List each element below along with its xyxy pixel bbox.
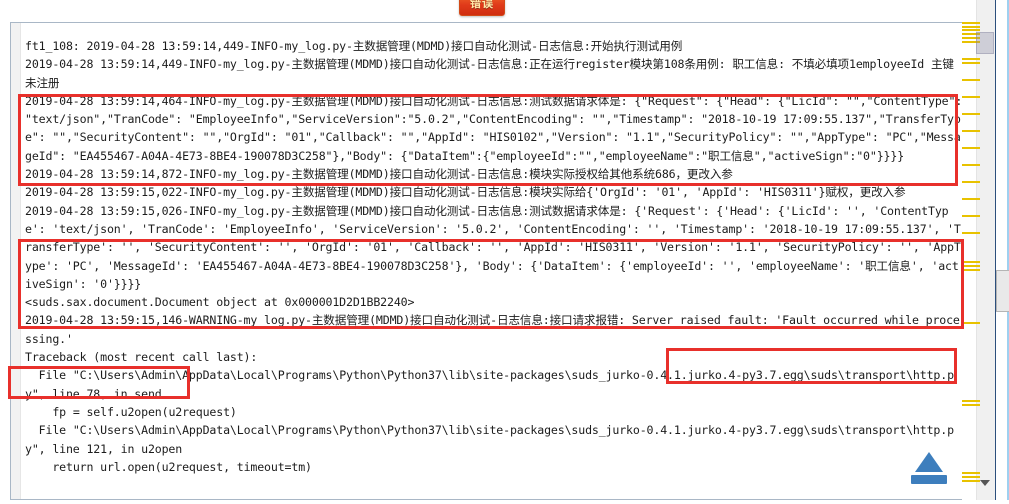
error-stripe-mark[interactable] (962, 26, 980, 28)
console-log-line: <suds.sax.document.Document object at 0x… (25, 295, 415, 310)
console-log-line: 2019-04-28 13:59:14,872-INFO-my_log.py-主… (25, 167, 733, 182)
error-stripe-mark[interactable] (962, 476, 980, 478)
horizontal-scroll-thumb[interactable] (996, 270, 1009, 312)
error-stripe-mark[interactable] (962, 164, 980, 166)
error-stripe-mark[interactable] (962, 269, 980, 271)
console-log-line: 2019-04-28 13:59:14,449-INFO-my_log.py-主… (25, 57, 954, 90)
chevron-down-icon[interactable] (980, 480, 990, 486)
error-stripe-mark[interactable] (962, 480, 980, 482)
error-stripe-mark[interactable] (962, 472, 980, 474)
top-strip: 错误 (0, 0, 1009, 22)
panel-border-right (995, 0, 996, 504)
scrollbar-track[interactable] (976, 0, 996, 504)
error-stripe-mark[interactable] (962, 113, 980, 115)
console-log-line: 2019-04-28 13:59:15,022-INFO-my_log.py-主… (25, 185, 906, 200)
console-log-line: 2019-04-28 13:59:15,026-INFO-my_log.py-主… (25, 203, 961, 291)
error-stripe-mark[interactable] (962, 322, 980, 324)
console-gutter (11, 23, 21, 499)
console-log-line: 2019-04-28 13:59:15,146-WARNING-my_log.p… (25, 313, 960, 346)
scroll-to-top-icon[interactable] (908, 452, 950, 488)
error-stripe-mark[interactable] (962, 265, 980, 267)
page-left-edge (0, 22, 10, 500)
error-stripe-mark[interactable] (962, 96, 980, 98)
error-stripe-mark[interactable] (962, 22, 980, 24)
console-log-line: Traceback (most recent call last): (25, 350, 258, 365)
error-stripe-mark[interactable] (962, 147, 980, 149)
scroll-to-top-triangle (915, 452, 943, 472)
error-stripe-mark[interactable] (962, 400, 980, 402)
error-stripe-mark[interactable] (962, 261, 980, 263)
scrollbar-thumb[interactable] (976, 32, 994, 54)
python-console-panel[interactable]: ft1_108: 2019-04-28 13:59:14,449-INFO-my… (10, 22, 962, 500)
console-log-line: fp = self.u2open(u2request) (25, 404, 237, 419)
console-log-line: ft1_108: 2019-04-28 13:59:14,449-INFO-my… (25, 39, 683, 53)
console-output-text: ft1_108: 2019-04-28 13:59:14,449-INFO-my… (25, 37, 962, 476)
error-stripe-mark[interactable] (962, 130, 980, 132)
error-stripe-mark[interactable] (962, 198, 980, 200)
console-log-line: return url.open(u2request, timeout=tm) (25, 459, 312, 474)
error-stripe-mark[interactable] (962, 404, 980, 406)
error-stripe-mark[interactable] (962, 79, 980, 81)
error-stripe-mark[interactable] (962, 181, 980, 183)
console-log-line: File "C:\Users\Admin\AppData\Local\Progr… (25, 368, 954, 401)
console-log-line: 2019-04-28 13:59:14,464-INFO-my_log.py-主… (25, 93, 962, 163)
console-log-line: File "C:\Users\Admin\AppData\Local\Progr… (25, 423, 954, 456)
page-bottom-edge (0, 500, 1009, 504)
error-stripe-mark[interactable] (962, 62, 980, 64)
scroll-to-top-bar (911, 475, 947, 484)
error-stripe-mark[interactable] (962, 232, 980, 234)
error-stripe-mark[interactable] (962, 29, 980, 31)
error-badge[interactable]: 错误 (459, 0, 505, 16)
error-stripe-mark[interactable] (962, 58, 980, 60)
error-stripe-mark[interactable] (962, 215, 980, 217)
scrollbar-column[interactable] (962, 0, 1009, 504)
